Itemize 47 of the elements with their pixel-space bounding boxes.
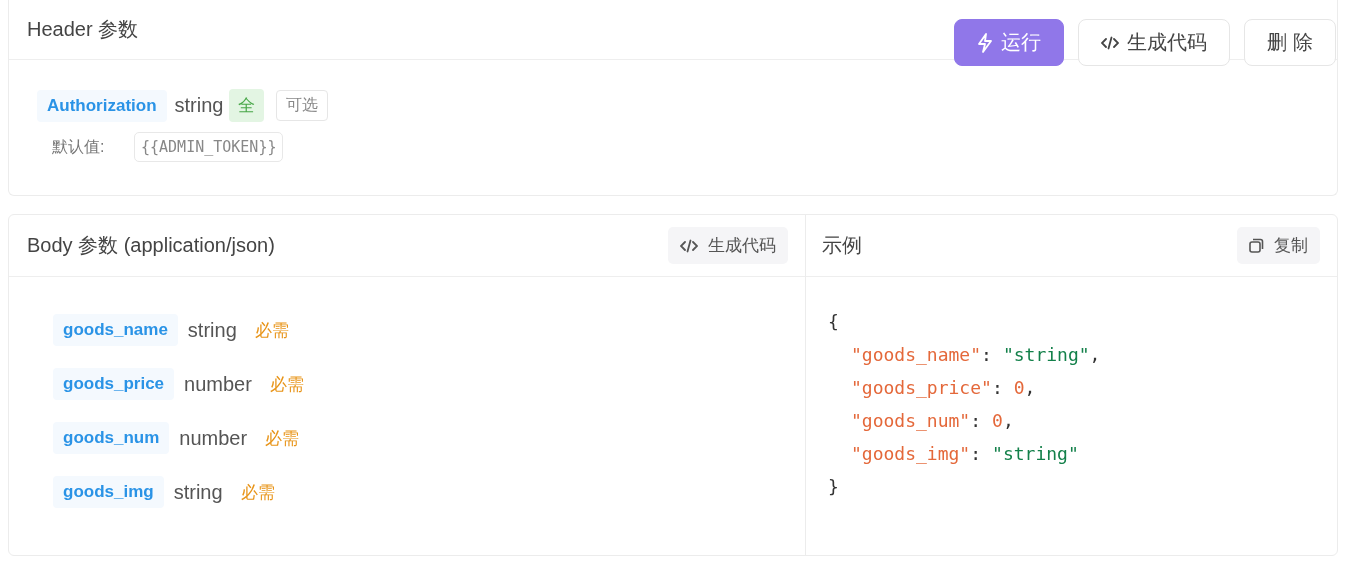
required-label: 必需 [240, 481, 275, 504]
copy-icon [1249, 238, 1264, 253]
param-name: goods_num [53, 422, 170, 454]
code-colon: : [970, 409, 982, 433]
section-title: Body 参数 (application/json) [27, 233, 275, 258]
param-name: Authorization [37, 89, 167, 122]
code-value: 0 [992, 409, 1003, 433]
toolbar-button[interactable]: 删 除 [1244, 19, 1336, 66]
lightning-icon [977, 32, 993, 53]
section-title: Header 参数 [27, 17, 139, 42]
code-key: "goods_price" [851, 371, 992, 404]
optional-tag: 可选 [276, 90, 329, 121]
code-comma: , [1089, 343, 1101, 367]
param-type: number [184, 372, 252, 396]
code-icon [680, 238, 698, 253]
scope-tag: 全 [229, 89, 265, 122]
param-type: string [187, 318, 237, 342]
toolbar-button[interactable]: 运行 [954, 19, 1064, 66]
default-label: 默认值: [52, 136, 106, 157]
code-key: "goods_num" [851, 404, 971, 437]
param-name: goods_price [53, 368, 175, 400]
required-label: 必需 [265, 427, 300, 450]
code-value: "string" [1002, 343, 1090, 367]
param-type: number [179, 426, 248, 450]
code-key: "goods_name" [851, 338, 982, 371]
code-colon: : [991, 376, 1003, 400]
code-comma: , [1024, 376, 1036, 400]
section-title: 示例 [822, 233, 862, 258]
code-colon: : [981, 343, 992, 367]
param-type: string [174, 94, 224, 117]
code-brace: } [828, 475, 839, 499]
default-value: {{ADMIN_TOKEN}} [134, 132, 284, 162]
param-type: string [173, 480, 223, 504]
param-name: goods_img [53, 476, 164, 508]
code-value: "string" [992, 442, 1079, 466]
required-label: 必需 [254, 319, 289, 342]
toolbar-button[interactable]: 生成代码 [1078, 19, 1230, 66]
code-value: 0 [1013, 376, 1025, 400]
generate-code-button[interactable]: 生成代码 [668, 227, 788, 264]
code-brace: { [828, 310, 839, 334]
copy-button[interactable]: 复制 [1237, 227, 1320, 264]
required-label: 必需 [269, 373, 304, 396]
code-icon [1101, 35, 1119, 50]
param-name: goods_name [53, 314, 178, 346]
code-key: "goods_img" [851, 437, 971, 470]
code-comma: , [1002, 409, 1014, 433]
code-colon: : [970, 442, 982, 466]
